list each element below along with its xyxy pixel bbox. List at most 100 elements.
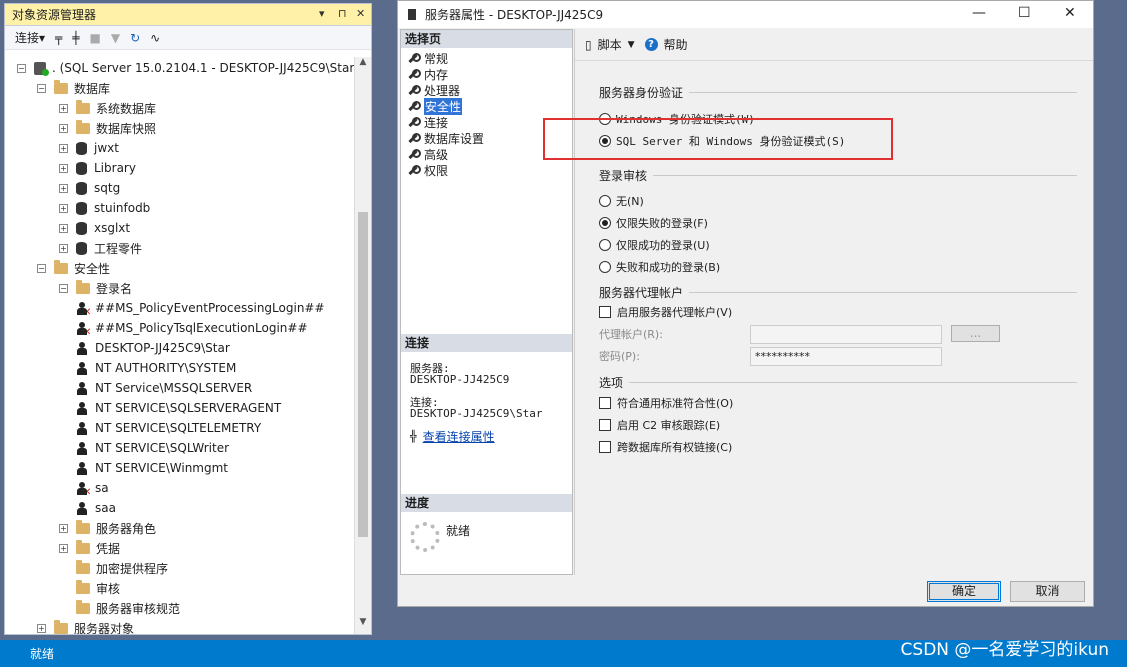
tree-node[interactable]: NT SERVICE\SQLWriter [77,438,229,458]
expand-icon[interactable]: + [59,543,68,553]
close-icon[interactable]: ✕ [1064,5,1076,21]
tree-node[interactable]: + jwxt [59,138,119,158]
tree-scrollbar[interactable]: ▲ ▼ [354,57,371,634]
maximize-icon[interactable]: ☐ [1018,5,1031,21]
tree-node[interactable]: + xsglxt [59,218,130,238]
audit-option-radio[interactable]: 失败和成功的登录(B) [599,259,720,275]
checkbox-icon[interactable] [599,397,611,409]
tree-node[interactable]: + sqtg [59,178,120,198]
scroll-down-icon[interactable]: ▼ [355,617,371,634]
expand-icon[interactable]: + [59,143,68,153]
page-item[interactable]: 内存 [401,66,572,82]
tree-node[interactable]: 加密提供程序 [59,558,168,578]
collapse-icon[interactable]: − [17,63,26,73]
scroll-up-icon[interactable]: ▲ [355,57,371,74]
proxy-browse-button[interactable]: ... [951,325,1000,342]
help-icon[interactable]: ? [644,38,658,51]
expand-icon[interactable]: + [59,223,68,233]
expand-icon[interactable]: + [59,103,68,113]
expand-icon[interactable]: + [59,163,68,173]
radio-icon[interactable] [599,195,611,207]
close-icon[interactable]: ✕ [356,7,365,20]
minimize-icon[interactable]: — [972,5,986,21]
tree-node[interactable]: + 工程零件 [59,238,142,258]
tree-node[interactable]: NT AUTHORITY\SYSTEM [77,358,236,378]
activity-monitor-icon[interactable]: ∿ [150,31,160,45]
tree-node[interactable]: NT Service\MSSQLSERVER [77,378,252,398]
scroll-thumb[interactable] [358,212,368,537]
dropdown-icon[interactable]: ▾ [319,7,325,20]
expand-icon[interactable]: + [59,523,68,533]
expand-icon[interactable]: + [59,183,68,193]
tree-node[interactable]: − 数据库 [37,78,110,98]
stop-icon[interactable]: ■ [90,31,101,45]
tree-node[interactable]: NT SERVICE\SQLTELEMETRY [77,418,261,438]
page-item[interactable]: 安全性 [401,97,572,115]
tree-node[interactable]: + Library [59,158,136,178]
disconnect-icon[interactable]: ╪ [72,31,79,45]
option-checkbox[interactable]: 跨数据库所有权链接(C) [599,439,732,455]
tree-node[interactable]: + 服务器角色 [59,518,156,538]
audit-option-radio[interactable]: 仅限成功的登录(U) [599,237,710,253]
checkbox-icon[interactable] [599,419,611,431]
connect-button[interactable]: 连接▾ [15,29,45,46]
pin-icon[interactable]: ⊓ [338,7,347,20]
option-checkbox[interactable]: 符合通用标准符合性(O) [599,395,733,411]
tree-node-label: sqtg [94,181,121,195]
tree-node[interactable]: + 服务器对象 [37,618,134,634]
radio-icon[interactable] [599,261,611,273]
radio-icon[interactable] [599,239,611,251]
proxy-account-label: 代理帐户(R): [599,328,663,341]
page-item[interactable]: 权限 [401,162,572,178]
tree-node[interactable]: + 系统数据库 [59,98,156,118]
tree-node-label: 工程零件 [94,241,143,256]
radio-icon[interactable] [599,217,611,229]
view-connection-properties-link[interactable]: 查看连接属性 [423,428,495,445]
tree-node[interactable]: ✕ sa [77,478,109,498]
server-properties-dialog: 服务器属性 - DESKTOP-JJ425C9 — ☐ ✕ 选择页 常规 内存 处理… [397,0,1094,607]
script-button[interactable]: 脚本 [598,36,622,53]
tree-node[interactable]: NT SERVICE\Winmgmt [77,458,228,478]
cancel-button[interactable]: 取消 [1010,581,1085,602]
tree-node[interactable]: ✕ ##MS_PolicyTsqlExecutionLogin## [77,318,308,338]
tree-node[interactable]: NT SERVICE\SQLSERVERAGENT [77,398,281,418]
expand-icon[interactable]: + [59,123,68,133]
collapse-icon[interactable]: − [37,263,46,273]
expand-icon[interactable]: + [59,243,68,253]
watermark: CSDN @一名爱学习的ikun [900,640,1109,660]
refresh-icon[interactable]: ↻ [130,31,140,45]
ok-button[interactable]: 确定 [927,581,1001,602]
collapse-icon[interactable]: − [59,283,68,293]
proxy-enable-checkbox[interactable]: 启用服务器代理帐户(V) [599,304,732,320]
checkbox-icon[interactable] [599,441,611,453]
tree-node[interactable]: + stuinfodb [59,198,150,218]
help-button[interactable]: 帮助 [664,36,688,53]
tree-node[interactable]: − 安全性 [37,258,110,278]
page-item[interactable]: 常规 [401,50,572,66]
tree-node[interactable]: saa [77,498,116,518]
tree-node[interactable]: 审核 [59,578,120,598]
tree-node[interactable]: + 数据库快照 [59,118,156,138]
tree-node[interactable]: − . (SQL Server 15.0.2104.1 - DESKTOP-JJ4… [17,58,355,78]
option-checkbox[interactable]: 启用 C2 审核跟踪(E) [599,417,720,433]
expand-icon[interactable]: + [37,623,46,633]
checkbox-icon[interactable] [599,306,611,318]
tree-node[interactable]: DESKTOP-JJ425C9\Star [77,338,230,358]
script-dropdown-icon[interactable]: ▼ [628,40,635,50]
folder-icon [76,559,90,574]
proxy-account-field[interactable] [750,325,942,344]
page-item[interactable]: 处理器 [401,82,572,98]
audit-option-radio[interactable]: 仅限失败的登录(F) [599,215,708,231]
filter-icon[interactable]: ▼ [111,31,120,45]
collapse-icon[interactable]: − [37,83,46,93]
tree-node[interactable]: 服务器审核规范 [59,598,180,618]
tree-node-label: 审核 [96,581,121,596]
audit-option-radio[interactable]: 无(N) [599,193,644,209]
password-field[interactable]: ********** [750,347,942,366]
expand-icon[interactable]: + [59,203,68,213]
tree-node[interactable]: + 凭据 [59,538,120,558]
tree-node[interactable]: − 登录名 [59,278,132,298]
tree-node[interactable]: ✕ ##MS_PolicyEventProcessingLogin## [77,298,325,318]
script-icon[interactable]: ▯ [585,38,592,52]
connect-icon[interactable]: ╤ [55,31,62,45]
